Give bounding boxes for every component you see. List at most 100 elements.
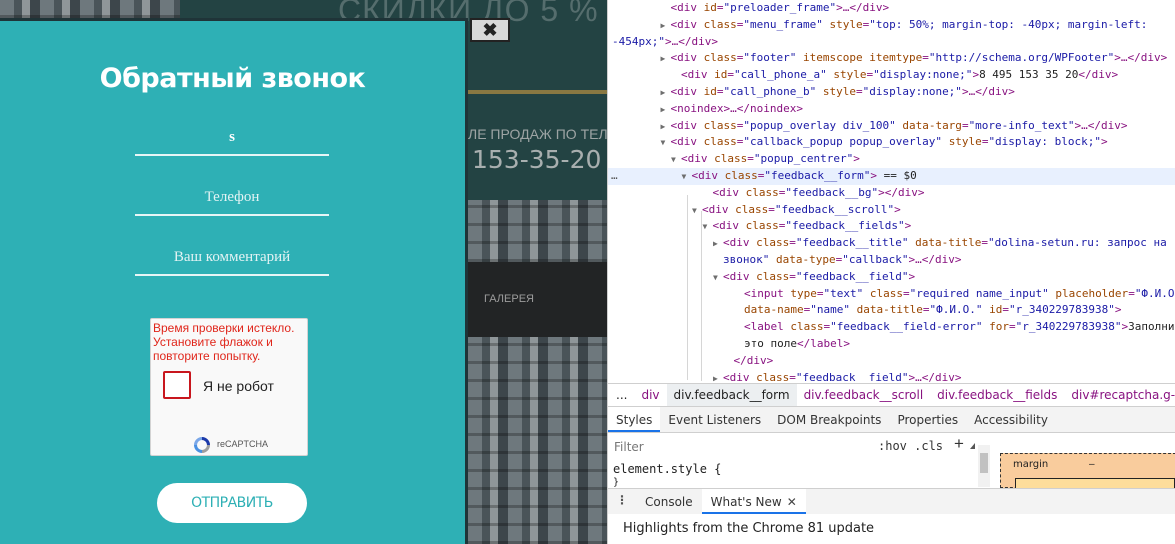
dom-node-markup: <div id="call_phone_b" style="display:no… — [670, 84, 1015, 98]
tab-event-listeners[interactable]: Event Listeners — [660, 407, 769, 432]
dom-node-markup: <div class="feedback__scroll"> — [702, 202, 901, 216]
dom-node-line[interactable]: ▼ <div class="callback_popup popup_overla… — [608, 134, 1175, 151]
dom-node-line[interactable]: ▼ <div class="feedback__scroll"> — [608, 202, 1175, 219]
dom-node-line[interactable]: звонок" data-type="callback">…</div> — [608, 252, 1175, 269]
breadcrumb-item[interactable]: div.feedback__form — [666, 384, 797, 406]
dom-node-line[interactable]: ▶ <div class="feedback__field">…</div> — [608, 370, 1175, 383]
add-rule-icon[interactable]: + — [954, 434, 964, 454]
submit-button[interactable]: ОТПРАВИТЬ — [157, 483, 307, 523]
dom-node-line[interactable]: </div> — [608, 353, 1175, 370]
collapse-arrow-icon[interactable]: ▼ — [661, 135, 671, 152]
dom-node-markup: <div class="feedback__fields"> — [712, 219, 912, 233]
tab-styles[interactable]: Styles — [608, 407, 661, 432]
dom-node-line[interactable]: ▶ <div id="call_phone_b" style="display:n… — [608, 84, 1175, 101]
styles-pane: :hov .cls + element.style { } — [608, 433, 983, 488]
element-style-rule[interactable]: element.style { — [613, 462, 721, 476]
dom-node-markup: <div class="feedback__field"> — [723, 269, 916, 283]
recaptcha-logo-icon — [194, 437, 210, 453]
dom-node-markup: <div class="menu_frame" style="top: 50%;… — [670, 17, 1148, 31]
element-style-close: } — [613, 477, 620, 488]
dom-node-markup: <input type="text" class="required name_… — [744, 286, 1175, 300]
dom-node-markup: <div id="preloader_frame">…</div> — [670, 1, 890, 14]
dom-node-markup: -454px;">…</div> — [612, 34, 718, 48]
node-actions-icon[interactable]: … — [611, 168, 618, 185]
dom-node-line[interactable]: <div id="call_phone_a" style="display:no… — [608, 67, 1175, 84]
comment-field[interactable] — [135, 240, 329, 276]
close-tab-icon[interactable]: ✕ — [787, 495, 797, 509]
dom-node-line[interactable]: ▶ <div class="feedback__title" data-title… — [608, 235, 1175, 252]
close-popup-icon[interactable]: ✖ — [470, 18, 510, 42]
dom-node-markup: звонок" data-type="callback">…</div> — [723, 252, 962, 266]
drawer-tab-label: Console — [645, 495, 693, 509]
dom-node-line[interactable]: -454px;">…</div> — [608, 34, 1175, 51]
expand-arrow-icon[interactable]: ▶ — [661, 102, 671, 119]
collapse-arrow-icon[interactable]: ▼ — [671, 152, 681, 169]
tab-accessibility[interactable]: Accessibility — [966, 407, 1056, 432]
expand-arrow-icon[interactable]: ▶ — [661, 18, 671, 35]
tab-properties[interactable]: Properties — [889, 407, 966, 432]
recaptcha-checkbox[interactable] — [163, 371, 191, 399]
tree-guide-line — [701, 211, 702, 381]
whats-new-panel: Highlights from the Chrome 81 update — [608, 514, 1175, 544]
dom-breadcrumbs: ... div div.feedback__form div.feedback__sc… — [608, 383, 1175, 407]
box-model-margin-value[interactable]: – — [1089, 459, 1095, 470]
collapse-arrow-icon[interactable]: ▼ — [682, 169, 692, 186]
phone-field[interactable] — [135, 180, 329, 216]
drawer-tab-label: What's New — [710, 495, 782, 509]
dom-node-markup: <div class="footer" itemscope itemtype="… — [670, 51, 1168, 65]
popup-title: Обратный звонок — [99, 63, 366, 94]
dom-node-markup: <div class="feedback__bg"></div> — [712, 185, 925, 199]
dom-node-line[interactable]: это поле</label> — [608, 336, 1175, 353]
dom-node-line[interactable]: ▼ <div class="feedback__fields"> — [608, 218, 1175, 235]
expand-arrow-icon[interactable]: ▶ — [661, 85, 671, 102]
hov-cls-toggle[interactable]: :hov .cls — [878, 439, 943, 453]
styles-filter-input[interactable] — [614, 437, 869, 457]
name-field[interactable] — [135, 120, 329, 156]
dom-node-line[interactable]: <div class="feedback__bg"></div> — [608, 185, 1175, 202]
drawer-menu-icon[interactable]: ⋮ — [608, 489, 636, 514]
new-style-rule-icon[interactable] — [970, 443, 975, 449]
dom-node-markup: </div> — [733, 353, 774, 367]
dom-node-markup: <div class="feedback__form"> == $0 — [691, 168, 917, 182]
name-input[interactable] — [135, 128, 329, 146]
comment-input[interactable] — [135, 248, 329, 266]
dom-node-line[interactable]: ▶ <div class="footer" itemscope itemtype=… — [608, 50, 1175, 67]
devtools-drawer-tabs: ⋮ Console What's New ✕ — [608, 488, 1175, 514]
recaptcha-error: Время проверки истекло. Установите флажо… — [153, 321, 295, 363]
box-model-margin-label: margin — [1013, 459, 1049, 470]
dom-node-line[interactable]: ▼ <div class="feedback__form"> == $0 … — [608, 167, 1175, 186]
expand-arrow-icon[interactable]: ▶ — [713, 236, 723, 253]
expand-arrow-icon[interactable]: ▶ — [661, 51, 671, 68]
expand-arrow-icon[interactable]: ▶ — [661, 119, 671, 136]
callback-popup: Обратный звонок Время проверки истекло. … — [0, 18, 468, 544]
website-viewport: СКИДКИ ДО 5 % ЛЕ ПРОДАЖ ПО ТЕЛ 153-35-20… — [0, 0, 607, 544]
styles-scrollbar[interactable] — [978, 445, 990, 487]
dom-node-line[interactable]: <input type="text" class="required name_… — [608, 286, 1175, 303]
tree-guide-line — [687, 195, 688, 380]
breadcrumb-item[interactable]: div.feedback__fields — [930, 388, 1064, 402]
breadcrumb-item[interactable]: ... — [608, 388, 634, 402]
dom-node-line[interactable]: <div id="preloader_frame">…</div> — [608, 0, 1175, 17]
dom-tree[interactable]: <div id="preloader_frame">…</div> ▶ <div c… — [608, 0, 1175, 383]
dom-node-line[interactable]: ▼ <div class="feedback__field"> — [608, 269, 1175, 286]
breadcrumb-item[interactable]: div.feedback__scroll — [797, 388, 931, 402]
dom-node-markup: это поле</label> — [744, 336, 850, 350]
phone-input[interactable] — [135, 188, 329, 206]
collapse-arrow-icon[interactable]: ▼ — [703, 219, 713, 236]
dom-node-markup: <div class="feedback__field">…</div> — [723, 370, 962, 383]
expand-arrow-icon[interactable]: ▶ — [713, 371, 723, 383]
dom-node-line[interactable]: ▶ <div class="menu_frame" style="top: 50%… — [608, 17, 1175, 34]
breadcrumb-item[interactable]: div#recaptcha.g-recaptcha — [1064, 388, 1175, 402]
collapse-arrow-icon[interactable]: ▼ — [713, 270, 723, 287]
dom-node-line[interactable]: ▶ <div class="popup_overlay div_100" data… — [608, 118, 1175, 135]
breadcrumb-item[interactable]: div — [634, 388, 666, 402]
dom-node-line[interactable]: ▼ <div class="popup_centrer"> — [608, 151, 1175, 168]
dom-node-line[interactable]: data-name="name" data-title="Ф.И.О." id=… — [608, 302, 1175, 319]
tab-dom-breakpoints[interactable]: DOM Breakpoints — [769, 407, 889, 432]
dom-node-line[interactable]: <label class="feedback__field-error" for… — [608, 319, 1175, 336]
dom-node-line[interactable]: ▶ <noindex>…</noindex> — [608, 101, 1175, 118]
recaptcha-brand: reCAPTCHA — [217, 439, 269, 449]
drawer-tab-what-s-new[interactable]: What's New ✕ — [701, 489, 806, 514]
box-model-diagram: margin – — [1000, 453, 1175, 498]
drawer-tab-console[interactable]: Console — [636, 489, 702, 514]
